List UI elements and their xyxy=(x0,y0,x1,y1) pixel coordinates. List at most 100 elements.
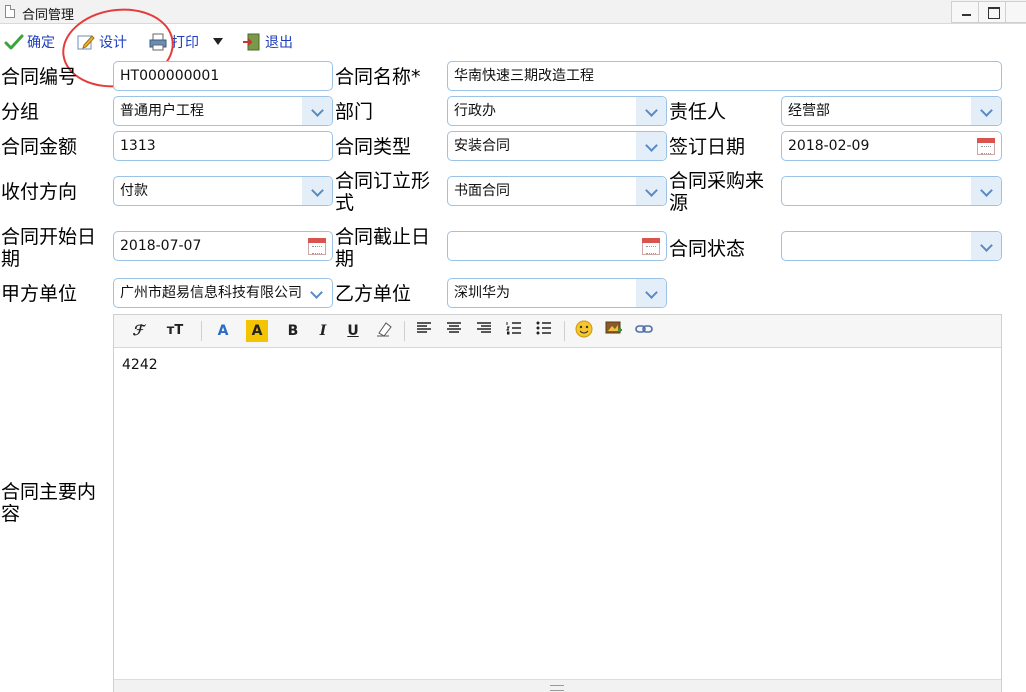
owner-value: 经营部 xyxy=(788,103,830,119)
toolbar-divider xyxy=(404,321,405,341)
close-button[interactable] xyxy=(1005,1,1026,23)
amount-label: 合同金额 xyxy=(1,136,78,158)
link-icon[interactable] xyxy=(634,320,654,342)
toolbar-divider xyxy=(201,321,202,341)
group-value: 普通用户工程 xyxy=(120,103,204,119)
italic-button[interactable]: I xyxy=(314,320,332,342)
owner-select[interactable]: 经营部 xyxy=(781,96,1002,126)
editor-toolbar: ℱ ᴛT A A B I U xyxy=(114,315,1001,348)
start-date-input[interactable]: 2018-07-07 xyxy=(113,231,333,261)
type-label: 合同类型 xyxy=(335,136,412,158)
pay-direction-label: 收付方向 xyxy=(1,181,78,203)
confirm-button[interactable]: 确定 xyxy=(4,28,55,56)
chevron-down-icon[interactable] xyxy=(302,177,332,205)
exit-label: 退出 xyxy=(265,35,293,51)
checkmark-icon xyxy=(4,32,24,52)
insert-image-icon[interactable] xyxy=(604,320,624,342)
print-button[interactable]: 打印 xyxy=(148,28,199,56)
pay-direction-select[interactable]: 付款 xyxy=(113,176,333,206)
party-b-label: 乙方单位 xyxy=(335,283,412,305)
group-select[interactable]: 普通用户工程 xyxy=(113,96,333,126)
sign-date-input[interactable]: 2018-02-09 xyxy=(781,131,1002,161)
main-toolbar: 确定 设计 打印 退出 xyxy=(0,28,1026,56)
highlight-color-button[interactable]: A xyxy=(246,320,268,342)
printer-icon xyxy=(148,32,168,52)
design-label: 设计 xyxy=(99,35,127,51)
editor-resize-handle[interactable] xyxy=(114,679,1001,692)
document-icon xyxy=(5,5,15,18)
chevron-down-icon[interactable] xyxy=(971,232,1001,260)
font-size-button[interactable]: ᴛT xyxy=(162,320,188,342)
underline-button[interactable]: U xyxy=(344,320,362,342)
chevron-down-icon[interactable] xyxy=(636,97,666,125)
purchase-source-label: 合同采购来源 xyxy=(669,170,765,214)
owner-label: 责任人 xyxy=(669,101,727,123)
start-date-label: 合同开始日期 xyxy=(1,226,97,270)
type-value: 安装合同 xyxy=(454,138,510,154)
window-titlebar: 合同管理 xyxy=(0,0,1026,24)
align-right-icon[interactable] xyxy=(474,320,494,342)
form-type-value: 书面合同 xyxy=(454,183,510,199)
contract-name-label: 合同名称* xyxy=(335,66,421,88)
party-a-value: 广州市超易信息科技有限公司 xyxy=(120,285,302,301)
print-dropdown-arrow-icon[interactable] xyxy=(213,38,223,45)
exit-button[interactable]: 退出 xyxy=(242,28,293,56)
party-a-select[interactable]: 广州市超易信息科技有限公司 xyxy=(113,278,333,308)
group-label: 分组 xyxy=(1,101,40,123)
emoji-icon[interactable] xyxy=(574,320,594,342)
contract-no-label: 合同编号 xyxy=(1,66,78,88)
calendar-icon[interactable] xyxy=(308,238,326,255)
chevron-down-icon[interactable] xyxy=(302,97,332,125)
calendar-icon[interactable] xyxy=(642,238,660,255)
chevron-down-icon[interactable] xyxy=(302,279,332,307)
calendar-icon[interactable] xyxy=(977,138,995,155)
party-a-label: 甲方单位 xyxy=(1,283,78,305)
amount-input[interactable]: 1313 xyxy=(113,131,333,161)
window-title: 合同管理 xyxy=(22,8,75,23)
minimize-button[interactable] xyxy=(951,1,981,23)
bold-button[interactable]: B xyxy=(284,320,302,342)
sign-date-label: 签订日期 xyxy=(669,136,746,158)
contract-no-input[interactable]: HT000000001 xyxy=(113,61,333,91)
chevron-down-icon[interactable] xyxy=(636,132,666,160)
align-left-icon[interactable] xyxy=(414,320,434,342)
font-color-button[interactable]: A xyxy=(212,320,234,342)
status-select[interactable] xyxy=(781,231,1002,261)
type-select[interactable]: 安装合同 xyxy=(447,131,667,161)
font-family-button[interactable]: ℱ xyxy=(126,320,150,342)
edit-pencil-icon xyxy=(76,32,96,52)
pay-direction-value: 付款 xyxy=(120,183,148,199)
confirm-label: 确定 xyxy=(27,35,55,51)
ordered-list-icon[interactable] xyxy=(504,320,524,342)
unordered-list-icon[interactable] xyxy=(534,320,554,342)
contract-name-value: 华南快速三期改造工程 xyxy=(454,68,594,84)
print-label: 打印 xyxy=(171,35,199,51)
content-label: 合同主要内容 xyxy=(1,481,97,525)
align-center-icon[interactable] xyxy=(444,320,464,342)
status-label: 合同状态 xyxy=(669,238,746,260)
chevron-down-icon[interactable] xyxy=(636,279,666,307)
chevron-down-icon[interactable] xyxy=(971,177,1001,205)
end-date-input[interactable] xyxy=(447,231,667,261)
contract-no-value: HT000000001 xyxy=(120,68,220,84)
form-type-select[interactable]: 书面合同 xyxy=(447,176,667,206)
dept-label: 部门 xyxy=(335,101,374,123)
editor-content[interactable]: 4242 xyxy=(122,357,158,373)
chevron-down-icon[interactable] xyxy=(636,177,666,205)
sign-date-value: 2018-02-09 xyxy=(788,138,870,154)
purchase-source-select[interactable] xyxy=(781,176,1002,206)
chevron-down-icon[interactable] xyxy=(971,97,1001,125)
contract-name-input[interactable]: 华南快速三期改造工程 xyxy=(447,61,1002,91)
dept-select[interactable]: 行政办 xyxy=(447,96,667,126)
amount-value: 1313 xyxy=(120,138,156,154)
content-editor[interactable]: ℱ ᴛT A A B I U 4242 xyxy=(113,314,1002,692)
design-button[interactable]: 设计 xyxy=(76,28,127,56)
start-date-value: 2018-07-07 xyxy=(120,238,202,254)
eraser-icon[interactable] xyxy=(374,320,394,342)
party-b-value: 深圳华为 xyxy=(454,285,510,301)
maximize-button[interactable] xyxy=(978,1,1008,23)
dept-value: 行政办 xyxy=(454,103,496,119)
party-b-select[interactable]: 深圳华为 xyxy=(447,278,667,308)
toolbar-divider xyxy=(564,321,565,341)
exit-door-icon xyxy=(242,32,262,52)
